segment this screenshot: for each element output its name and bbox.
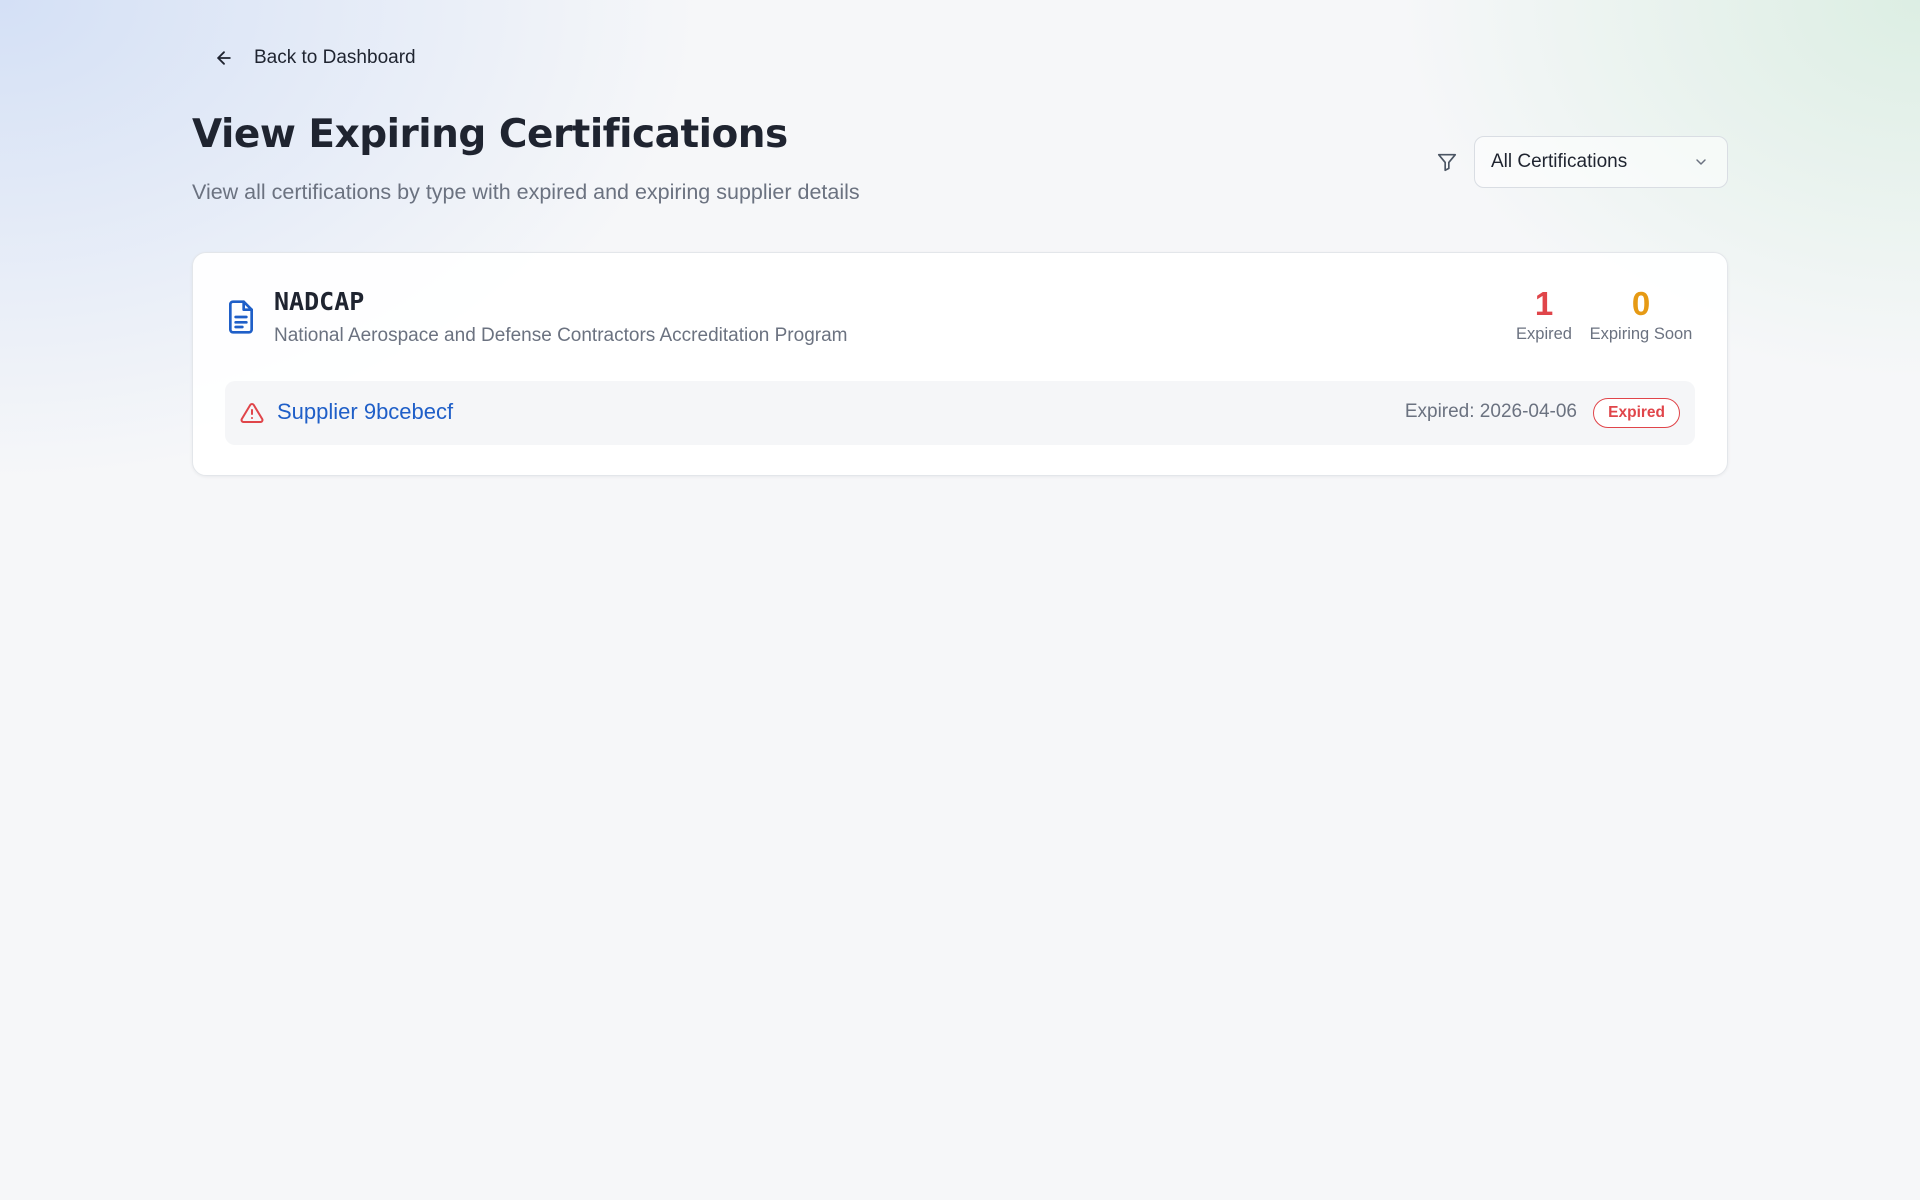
chevron-down-icon bbox=[1691, 152, 1711, 172]
certification-name: NADCAP bbox=[274, 287, 365, 316]
supplier-row: Supplier 9bcebecf Expired: 2026-04-06 Ex… bbox=[225, 381, 1695, 445]
back-link-label: Back to Dashboard bbox=[254, 47, 416, 68]
filter-icon bbox=[1434, 149, 1460, 175]
page-subtitle: View all certifications by type with exp… bbox=[192, 180, 860, 204]
filter-area: All Certifications bbox=[1434, 136, 1728, 188]
expired-count: 1 bbox=[1534, 285, 1554, 322]
status-badge: Expired bbox=[1593, 398, 1680, 428]
select-value: All Certifications bbox=[1491, 151, 1628, 172]
expired-stat: 1 Expired bbox=[1509, 285, 1579, 344]
page-title: View Expiring Certifications bbox=[192, 112, 788, 157]
expiry-date-text: Expired: 2026-04-06 bbox=[1404, 401, 1577, 422]
supplier-link[interactable]: Supplier 9bcebecf bbox=[277, 399, 453, 425]
certification-card: NADCAP National Aerospace and Defense Co… bbox=[192, 252, 1728, 476]
certification-full-name: National Aerospace and Defense Contracto… bbox=[274, 325, 848, 346]
arrow-left-icon bbox=[210, 44, 238, 72]
expiring-soon-stat: 0 Expiring Soon bbox=[1586, 285, 1696, 344]
document-icon bbox=[225, 299, 257, 335]
certification-type-select[interactable]: All Certifications bbox=[1474, 136, 1728, 188]
back-to-dashboard-link[interactable]: Back to Dashboard bbox=[210, 44, 416, 72]
expiring-soon-label: Expiring Soon bbox=[1589, 324, 1693, 343]
expiring-soon-count: 0 bbox=[1631, 285, 1651, 322]
expired-label: Expired bbox=[1516, 324, 1572, 343]
warning-icon bbox=[240, 401, 264, 425]
